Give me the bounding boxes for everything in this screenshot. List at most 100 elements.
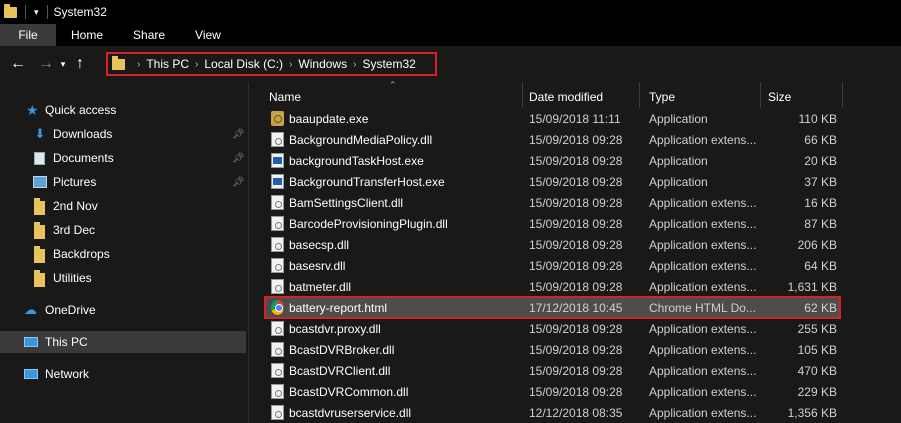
file-name: BackgroundTransferHost.exe [289, 174, 445, 189]
file-row[interactable]: batmeter.dll 15/09/2018 09:28 Application … [265, 276, 840, 297]
breadcrumb-system32[interactable]: System32 [362, 57, 415, 71]
file-list: baaupdate.exe 15/09/2018 11:11 Application… [249, 108, 901, 423]
file-date-modified: 17/12/2018 10:45 [529, 300, 623, 315]
sidebar-item-label: Pictures [53, 175, 97, 189]
breadcrumb-this-pc[interactable]: This PC [146, 57, 189, 71]
dll-icon [271, 363, 284, 378]
network-icon [24, 369, 38, 379]
folder-icon [4, 3, 17, 18]
file-type: Application extens... [649, 363, 757, 378]
up-arrow-icon[interactable]: ↑ [70, 55, 90, 73]
star-icon: ★ [26, 102, 39, 118]
file-type: Application extens... [649, 195, 757, 210]
dll-icon [271, 405, 284, 420]
file-row[interactable]: BcastDVRBroker.dll 15/09/2018 09:28 Applic… [265, 339, 840, 360]
folder-icon [34, 198, 45, 215]
ribbon-tabs: File Home Share View [0, 24, 901, 46]
tab-share[interactable]: Share [118, 24, 180, 46]
sidebar-item-2nd-nov[interactable]: 2nd Nov [0, 195, 246, 217]
file-row[interactable]: baaupdate.exe 15/09/2018 11:11 Application… [265, 108, 840, 129]
sidebar-item-label: Downloads [53, 127, 113, 141]
column-header-size[interactable]: Size [768, 86, 838, 108]
file-date-modified: 15/09/2018 11:11 [529, 111, 621, 126]
dll-icon [271, 216, 284, 231]
address-bar[interactable]: › This PC › Local Disk (C:) › Windows › … [106, 52, 437, 76]
file-row[interactable]: BcastDVRClient.dll 15/09/2018 09:28 Applic… [265, 360, 840, 381]
breadcrumb-windows[interactable]: Windows [298, 57, 347, 71]
file-size: 470 KB [797, 363, 837, 378]
sidebar-item-label: This PC [45, 335, 88, 349]
sidebar-item-this-pc[interactable]: This PC [0, 331, 246, 353]
sidebar-item-label: 2nd Nov [53, 199, 98, 213]
file-size: 206 KB [797, 237, 837, 252]
folder-icon [112, 55, 125, 70]
sidebar-item-backdrops[interactable]: Backdrops [0, 243, 246, 265]
chevron-right-icon[interactable]: › [353, 59, 356, 70]
column-header-name[interactable]: Name [269, 86, 519, 108]
sidebar-item-label: Quick access [45, 103, 117, 117]
exe-icon [271, 153, 284, 168]
file-type: Chrome HTML Do... [649, 300, 756, 315]
column-header-date-modified[interactable]: Date modified [529, 86, 639, 108]
column-header-type[interactable]: Type [649, 86, 759, 108]
sidebar-item-documents[interactable]: Documents 📌︎ [0, 147, 246, 169]
sidebar-item-label: Backdrops [53, 247, 110, 261]
file-name: bcastdvruserservice.dll [289, 405, 412, 420]
exe-icon [271, 174, 284, 189]
file-row[interactable]: BcastDVRCommon.dll 15/09/2018 09:28 Applic… [265, 381, 840, 402]
forward-arrow-icon[interactable]: → [36, 55, 56, 73]
file-type: Application extens... [649, 405, 757, 420]
pin-icon: 📌︎ [232, 176, 245, 188]
quick-access-toolbar-dropdown-icon[interactable]: ▾ [34, 7, 39, 18]
file-date-modified: 15/09/2018 09:28 [529, 279, 623, 294]
documents-icon [34, 151, 45, 165]
file-name: baaupdate.exe [289, 111, 369, 126]
file-type: Application extens... [649, 279, 757, 294]
file-type: Application extens... [649, 384, 757, 399]
chevron-right-icon[interactable]: › [195, 59, 198, 70]
tab-view[interactable]: View [180, 24, 236, 46]
file-row[interactable]: BamSettingsClient.dll 15/09/2018 09:28 App… [265, 192, 840, 213]
file-row[interactable]: basesrv.dll 15/09/2018 09:28 Application e… [265, 255, 840, 276]
dll-icon [271, 258, 284, 273]
file-date-modified: 12/12/2018 08:35 [529, 405, 623, 420]
file-row[interactable]: bcastdvruserservice.dll 12/12/2018 08:35 A… [265, 402, 840, 423]
file-row[interactable]: basecsp.dll 15/09/2018 09:28 Application e… [265, 234, 840, 255]
sidebar-item-network[interactable]: Network [0, 363, 246, 385]
column-divider[interactable] [639, 82, 640, 108]
sidebar-item-onedrive[interactable]: ☁ OneDrive [0, 299, 246, 321]
sidebar-item-label: Documents [53, 151, 114, 165]
tab-home[interactable]: Home [56, 24, 118, 46]
folder-icon [34, 246, 45, 263]
file-date-modified: 15/09/2018 09:28 [529, 153, 623, 168]
file-row[interactable]: battery-report.html 17/12/2018 10:45 Chrom… [264, 296, 841, 319]
file-size: 87 KB [804, 216, 837, 231]
sidebar-item-downloads[interactable]: ⬇ Downloads 📌︎ [0, 123, 246, 145]
dll-icon [271, 342, 284, 357]
sidebar-item-label: 3rd Dec [53, 223, 96, 237]
file-type: Application extens... [649, 342, 757, 357]
file-row[interactable]: backgroundTaskHost.exe 15/09/2018 09:28 Ap… [265, 150, 840, 171]
file-row[interactable]: BackgroundMediaPolicy.dll 15/09/2018 09:2… [265, 129, 840, 150]
navigation-bar: ← → ▾ ↑ › This PC › Local Disk (C:) › Wi… [0, 46, 901, 82]
file-row[interactable]: BarcodeProvisioningPlugin.dll 15/09/2018 … [265, 213, 840, 234]
recent-locations-chevron-icon[interactable]: ▾ [56, 59, 70, 70]
tab-file[interactable]: File [0, 24, 56, 46]
sidebar-item-quick-access[interactable]: ★ Quick access [0, 99, 246, 121]
back-arrow-icon[interactable]: ← [8, 55, 28, 73]
chevron-right-icon[interactable]: › [289, 59, 292, 70]
column-divider[interactable] [522, 82, 523, 108]
sidebar-item-utilities[interactable]: Utilities [0, 267, 246, 289]
folder-icon [34, 222, 45, 239]
file-name: BcastDVRCommon.dll [289, 384, 409, 399]
column-divider[interactable] [842, 82, 843, 108]
file-name: basesrv.dll [289, 258, 346, 273]
file-row[interactable]: BackgroundTransferHost.exe 15/09/2018 09:… [265, 171, 840, 192]
file-row[interactable]: bcastdvr.proxy.dll 15/09/2018 09:28 Applic… [265, 318, 840, 339]
sidebar-item-pictures[interactable]: Pictures 📌︎ [0, 171, 246, 193]
column-divider[interactable] [760, 82, 761, 108]
sidebar-item-3rd-dec[interactable]: 3rd Dec [0, 219, 246, 241]
chevron-right-icon[interactable]: › [137, 59, 140, 70]
file-type: Application extens... [649, 132, 757, 147]
breadcrumb-local-disk[interactable]: Local Disk (C:) [204, 57, 283, 71]
